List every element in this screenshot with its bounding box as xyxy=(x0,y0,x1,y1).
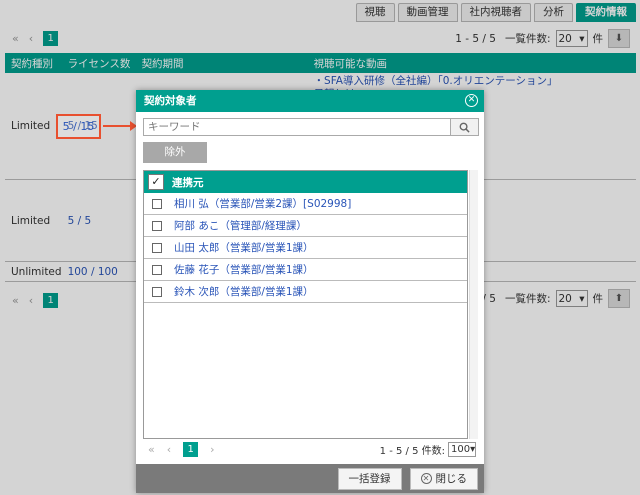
modal-header: 契約対象者 ✕ xyxy=(136,90,484,112)
contract-target-modal: 契約対象者 ✕ 除外 ✓ 連携元 相川 弘（営業部/営業2課）[S02998] … xyxy=(136,90,484,493)
close-icon[interactable]: ✕ xyxy=(465,94,478,107)
modal-pager-right: 1 - 5 / 5 件数: 100 ▾ xyxy=(380,442,476,457)
list-item[interactable]: 相川 弘（営業部/営業2課）[S02998] xyxy=(144,193,467,215)
exclude-button[interactable]: 除外 xyxy=(143,142,207,163)
modal-footer: 一括登録 ✕ 閉じる xyxy=(136,464,484,493)
search-button[interactable] xyxy=(451,118,479,136)
prev-page-button[interactable]: ‹ xyxy=(167,443,171,456)
modal-result-range: 1 - 5 / 5 件数: xyxy=(379,446,445,457)
callout-arrow-icon xyxy=(103,121,137,131)
close-circle-icon: ✕ xyxy=(420,473,432,484)
list-item[interactable]: 阿部 あこ（管理部/経理課） xyxy=(144,215,467,237)
item-checkbox[interactable] xyxy=(152,264,162,275)
user-name[interactable]: 鈴木 次郎（営業部/営業1課） xyxy=(174,284,314,299)
user-name[interactable]: 山田 太郎（営業部/営業1課） xyxy=(174,240,314,255)
highlighted-license-count[interactable]: 5 / 15 xyxy=(56,114,101,139)
close-button[interactable]: ✕ 閉じる xyxy=(409,467,478,490)
bulk-register-button[interactable]: 一括登録 xyxy=(337,467,402,490)
user-name[interactable]: 阿部 あこ（管理部/経理課） xyxy=(174,218,307,233)
modal-pager: « ‹ 1 › xyxy=(148,442,215,457)
item-checkbox[interactable] xyxy=(152,242,162,253)
item-checkbox[interactable] xyxy=(152,220,162,231)
user-name[interactable]: 相川 弘（営業部/営業2課）[S02998] xyxy=(174,196,351,211)
modal-per-page-value: 100 xyxy=(451,444,471,455)
list-item[interactable]: 山田 太郎（営業部/営業1課） xyxy=(144,237,467,259)
list-item[interactable]: 鈴木 次郎（営業部/営業1課） xyxy=(144,281,467,303)
list-header-label: 連携元 xyxy=(172,176,204,189)
list-header: ✓ 連携元 xyxy=(144,171,467,193)
list-item[interactable]: 佐藤 花子（営業部/営業1課） xyxy=(144,259,467,281)
keyword-search-input[interactable] xyxy=(143,118,451,136)
modal-title: 契約対象者 xyxy=(144,95,197,107)
chevron-down-icon: ▾ xyxy=(470,444,476,455)
item-checkbox[interactable] xyxy=(152,198,162,209)
item-checkbox[interactable] xyxy=(152,286,162,297)
close-label: 閉じる xyxy=(435,473,468,485)
search-row xyxy=(143,118,479,136)
modal-per-page-select[interactable]: 100 ▾ xyxy=(448,442,476,457)
user-name[interactable]: 佐藤 花子（営業部/営業1課） xyxy=(174,262,314,277)
next-page-button[interactable]: › xyxy=(210,443,214,456)
bulk-register-label: 一括登録 xyxy=(348,473,391,485)
user-list: ✓ 連携元 相川 弘（営業部/営業2課）[S02998] 阿部 あこ（管理部/経… xyxy=(143,170,468,439)
page-number-button[interactable]: 1 xyxy=(183,442,199,457)
first-page-button[interactable]: « xyxy=(148,443,155,456)
list-scrollbar[interactable] xyxy=(469,170,478,439)
select-all-checkbox[interactable]: ✓ xyxy=(148,174,164,190)
search-icon xyxy=(459,122,470,133)
